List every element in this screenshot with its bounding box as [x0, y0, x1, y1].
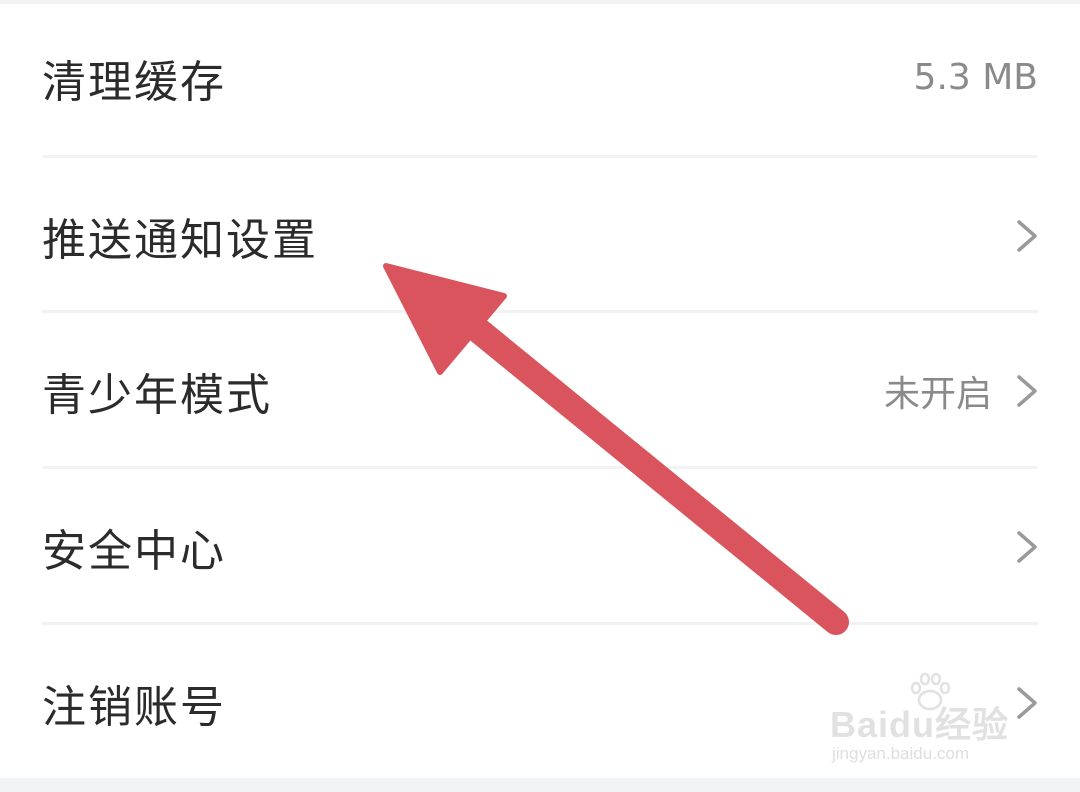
chevron-right-icon — [1017, 374, 1037, 407]
settings-item-right — [1016, 219, 1038, 253]
settings-item-label: 青少年模式 — [42, 369, 272, 421]
cache-size-value: 5.3 MB — [913, 57, 1038, 98]
teen-mode-status: 未开启 — [883, 373, 992, 415]
settings-item-label: 安全中心 — [42, 525, 226, 577]
settings-item-label: 注销账号 — [42, 681, 226, 733]
watermark-url: jingyan.baidu.com — [832, 744, 970, 763]
chevron-right-icon — [1017, 530, 1037, 563]
settings-screen: 清理缓存 5.3 MB 推送通知设置 青少年模式 未开启 安全中心 注销账号 B… — [0, 0, 1080, 792]
watermark-brand: Baidu经验 — [830, 704, 1010, 745]
settings-item-push-notifications[interactable]: 推送通知设置 — [42, 158, 1038, 313]
bottom-bar — [0, 778, 1080, 792]
settings-item-label: 推送通知设置 — [42, 214, 318, 266]
chevron-right-icon — [1017, 219, 1037, 252]
settings-item-right: 5.3 MB — [914, 57, 1038, 98]
settings-item-right — [1016, 530, 1038, 564]
settings-item-label: 清理缓存 — [42, 56, 226, 108]
settings-item-teen-mode[interactable]: 青少年模式 未开启 — [42, 313, 1038, 468]
settings-item-security-center[interactable]: 安全中心 — [42, 469, 1038, 624]
baidu-watermark: Baidu经验 jingyan.baidu.com — [830, 672, 1030, 772]
settings-item-right: 未开启 — [884, 365, 1038, 417]
settings-item-clear-cache[interactable]: 清理缓存 5.3 MB — [42, 0, 1038, 155]
